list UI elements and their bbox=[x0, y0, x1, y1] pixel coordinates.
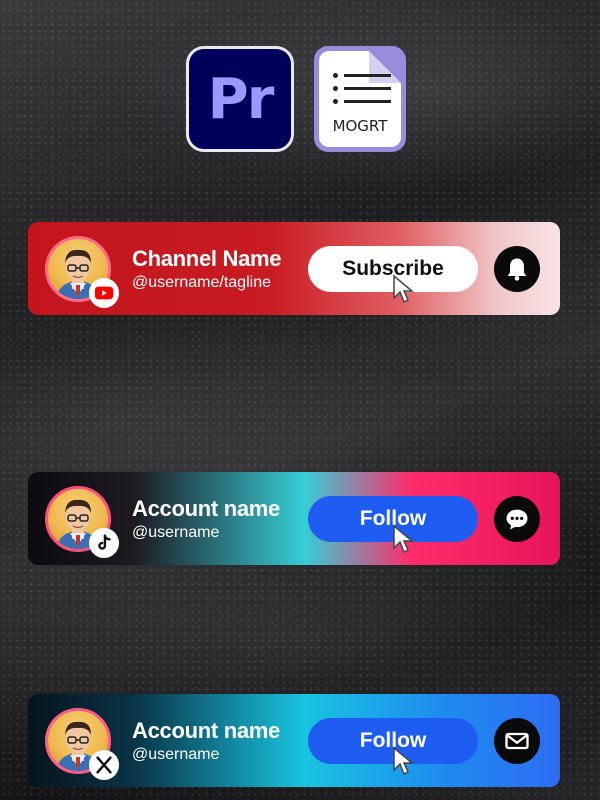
mouse-pointer-icon bbox=[392, 274, 414, 304]
mogrt-file-icon: MOGRT bbox=[314, 46, 406, 152]
list-lines-icon bbox=[333, 73, 391, 112]
tiktok-follow-banner: Account name @username Follow bbox=[28, 472, 560, 565]
mouse-pointer-icon bbox=[392, 746, 414, 776]
x-follow-banner: Account name @username Follow bbox=[28, 694, 560, 787]
channel-name: Channel Name bbox=[132, 246, 282, 271]
premiere-pro-icon: Pr bbox=[186, 46, 294, 152]
mouse-pointer-icon bbox=[392, 524, 414, 554]
avatar-wrap bbox=[45, 486, 119, 558]
sand-texture-background bbox=[0, 0, 600, 800]
mogrt-page: MOGRT bbox=[319, 51, 401, 147]
chat-bubble-icon[interactable] bbox=[494, 496, 540, 542]
account-name: Account name bbox=[132, 718, 280, 743]
channel-handle: @username/tagline bbox=[132, 274, 271, 291]
youtube-subscribe-banner: Channel Name @username/tagline Subscribe bbox=[28, 222, 560, 315]
premiere-pro-label: Pr bbox=[207, 66, 275, 132]
tiktok-icon bbox=[89, 528, 119, 558]
bell-icon[interactable] bbox=[494, 246, 540, 292]
youtube-icon bbox=[89, 278, 119, 308]
avatar-wrap bbox=[45, 236, 119, 308]
account-handle: @username bbox=[132, 524, 220, 541]
x-icon bbox=[89, 750, 119, 780]
account-handle: @username bbox=[132, 746, 220, 763]
mail-icon[interactable] bbox=[494, 718, 540, 764]
avatar-wrap bbox=[45, 708, 119, 780]
mogrt-label: MOGRT bbox=[332, 117, 388, 135]
account-name: Account name bbox=[132, 496, 280, 521]
